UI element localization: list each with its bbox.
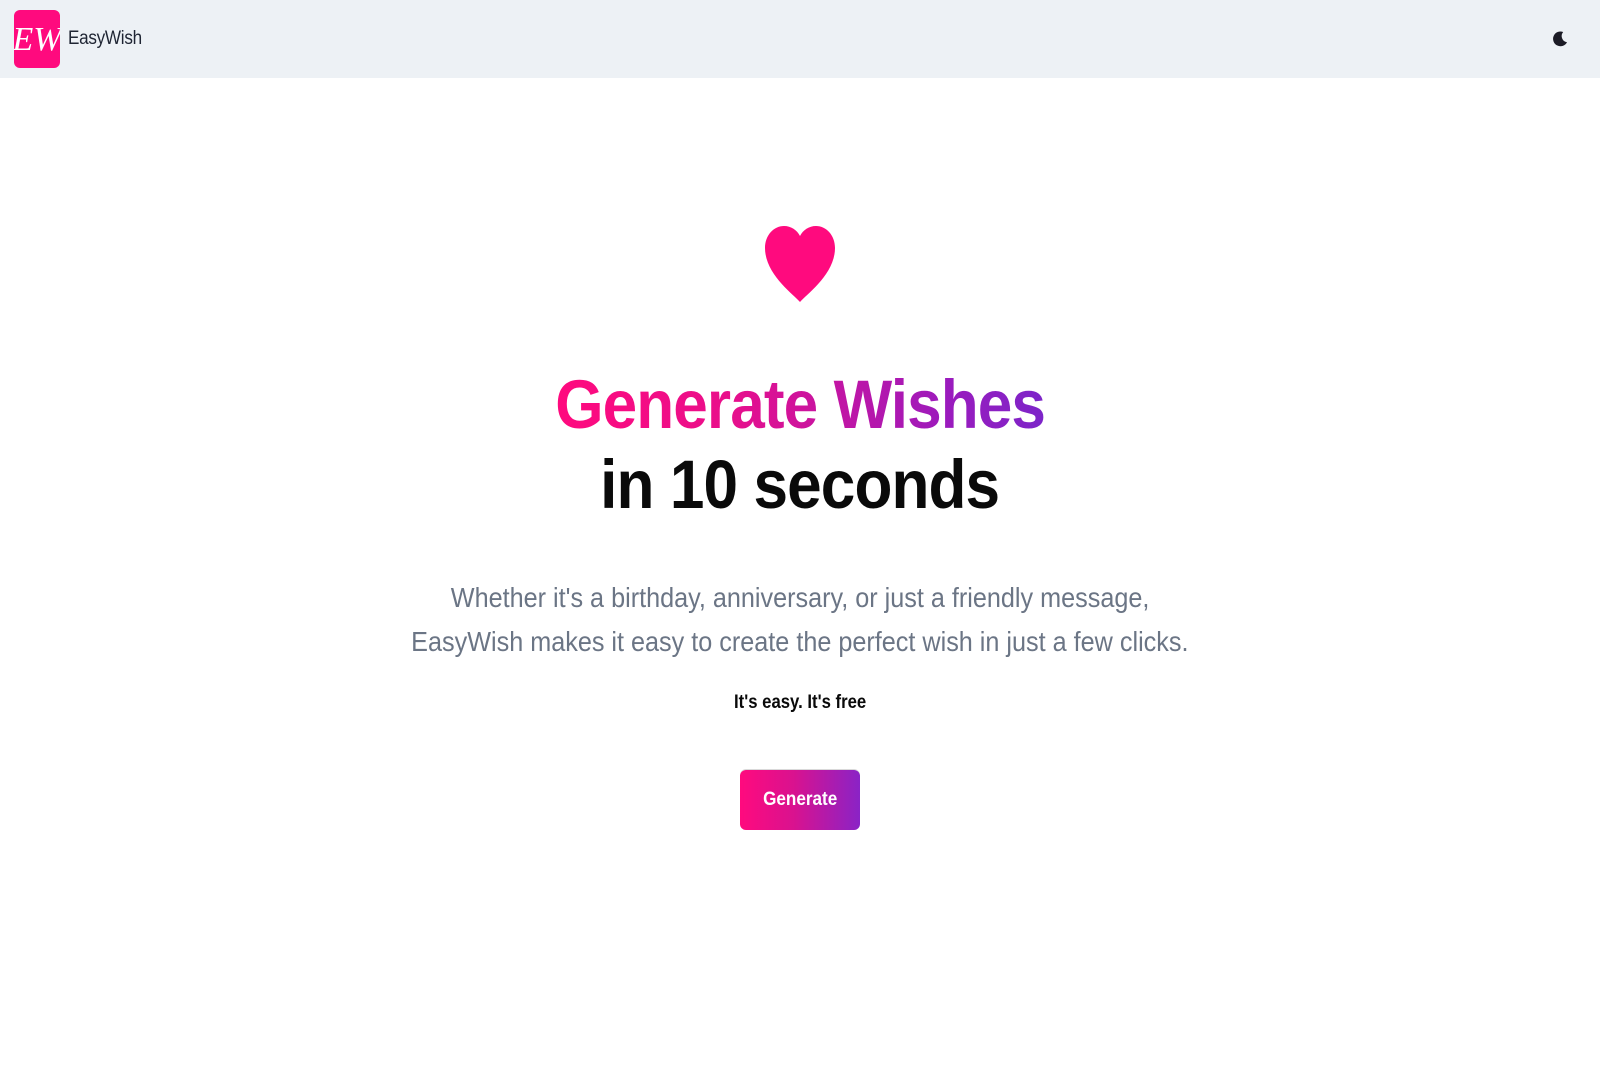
logo-lettering: EW: [14, 21, 60, 58]
generate-button[interactable]: Generate: [740, 770, 860, 830]
easywish-logo: EW: [14, 10, 60, 68]
tagline: It's easy. It's free: [0, 692, 1600, 714]
moon-icon: [1553, 31, 1568, 47]
description-line-2: EasyWish makes it easy to create the per…: [411, 626, 1189, 657]
tagline-text: It's easy. It's free: [733, 692, 867, 713]
description-line-1: Whether it's a birthday, anniversary, or…: [450, 582, 1150, 613]
ew-logo-mark: EW: [14, 10, 60, 68]
headline-gradient-line: Generate Wishes: [555, 366, 1046, 443]
generate-button-label: Generate: [762, 789, 838, 810]
headline-subline: in 10 seconds: [600, 446, 1000, 523]
hero-headline: Generate Wishes in 10 seconds: [0, 365, 1600, 525]
theme-toggle-button[interactable]: [1548, 27, 1572, 51]
brand-name: EasyWish: [68, 28, 142, 49]
brand-link[interactable]: EW EasyWish: [14, 10, 150, 68]
top-navbar: EW EasyWish: [0, 0, 1600, 78]
heart-icon: [765, 226, 835, 302]
hero-description: Whether it's a birthday, anniversary, or…: [0, 576, 1600, 664]
